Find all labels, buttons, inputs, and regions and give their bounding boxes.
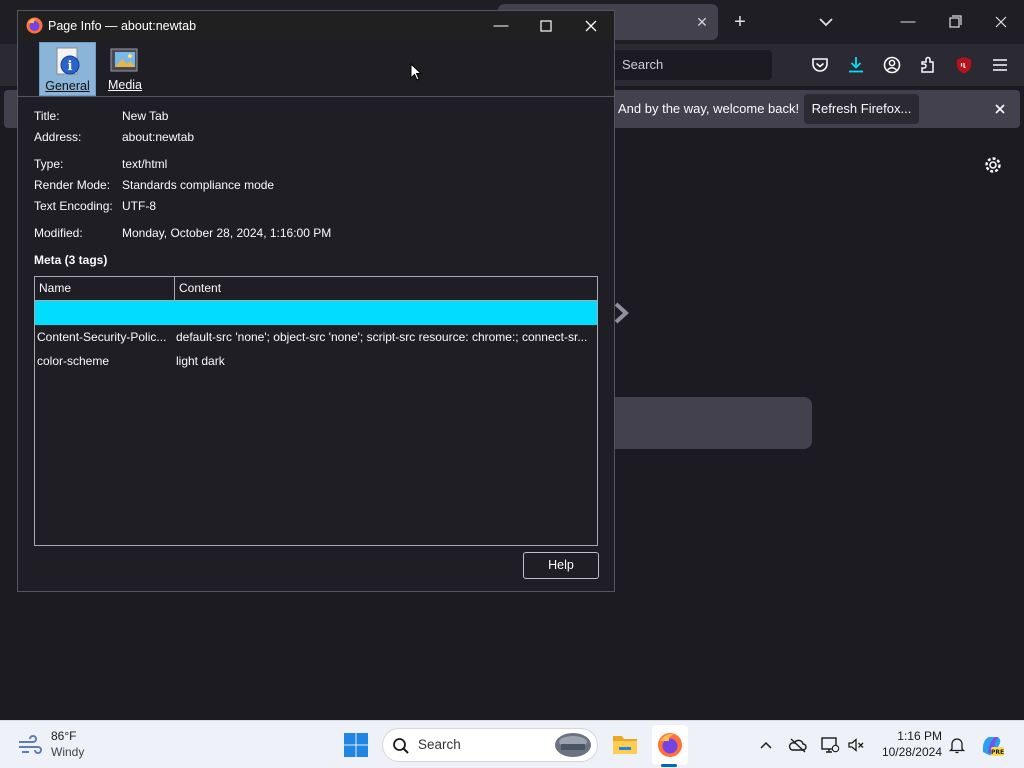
field-title-value: New Tab xyxy=(122,109,169,123)
dialog-title: Page Info — about:newtab xyxy=(48,19,197,33)
newtab-search-box[interactable] xyxy=(590,397,812,449)
table-cell-content: light dark xyxy=(176,354,225,368)
table-header: Name Content xyxy=(35,277,597,301)
notification-text: And by the way, welcome back! xyxy=(618,101,800,116)
weather-description[interactable]: Windy xyxy=(51,745,84,759)
search-icon xyxy=(393,738,409,754)
dialog-titlebar: Page Info — about:newtab — xyxy=(18,11,614,41)
windows-start-icon[interactable] xyxy=(342,731,370,759)
firefox-logo-fragment-icon xyxy=(614,302,629,324)
dialog-maximize-icon[interactable] xyxy=(523,11,569,41)
table-cell-content xyxy=(174,301,594,325)
tab-close-icon[interactable]: ✕ xyxy=(692,12,712,32)
notification-bell-icon[interactable] xyxy=(947,735,967,755)
clock-date[interactable]: 10/28/2024 xyxy=(872,745,942,759)
field-modified-label: Modified: xyxy=(34,226,83,240)
url-bar[interactable]: Search xyxy=(600,50,772,80)
info-icon: i xyxy=(56,47,79,75)
minimize-icon[interactable]: — xyxy=(893,8,923,36)
tab-media-label: Media xyxy=(107,78,143,92)
dialog-tab-toolbar: i General Media xyxy=(18,41,614,97)
copilot-pre-icon[interactable]: PRE xyxy=(979,732,1005,758)
onedrive-offline-icon[interactable] xyxy=(788,735,808,755)
app-menu-icon[interactable] xyxy=(989,54,1011,76)
column-header-content[interactable]: Content xyxy=(175,277,597,300)
field-address-label: Address: xyxy=(34,130,82,144)
firefox-logo-icon xyxy=(26,17,43,34)
url-bar-placeholder: Search xyxy=(622,57,664,72)
pocket-icon[interactable] xyxy=(809,54,831,76)
table-cell-content: default-src 'none'; object-src 'none'; s… xyxy=(176,330,588,344)
downloads-icon[interactable] xyxy=(845,54,867,76)
media-icon xyxy=(110,48,138,72)
table-row-selected[interactable] xyxy=(35,301,597,325)
table-cell-name: Content-Security-Polic... xyxy=(37,330,167,344)
taskbar-firefox-button[interactable] xyxy=(652,725,688,765)
active-app-indicator xyxy=(661,764,677,767)
field-type-value: text/html xyxy=(122,157,168,171)
volume-muted-icon[interactable] xyxy=(846,735,866,755)
network-icon[interactable] xyxy=(820,735,840,755)
weather-windy-icon[interactable] xyxy=(16,733,44,757)
table-cell-name: color-scheme xyxy=(37,354,110,368)
help-button[interactable]: Help xyxy=(523,552,599,579)
search-highlight-image-icon xyxy=(555,733,591,757)
field-title-label: Title: xyxy=(34,109,60,123)
page-info-dialog: Page Info — about:newtab — i General Med… xyxy=(17,10,615,592)
field-encoding-value: UTF-8 xyxy=(122,199,156,213)
meta-tags-table[interactable]: Name Content Content-Security-Polic... d… xyxy=(34,276,598,546)
ublock-origin-icon[interactable] xyxy=(953,54,975,76)
file-explorer-icon[interactable] xyxy=(611,730,639,758)
tab-media[interactable]: Media xyxy=(100,42,150,96)
field-modified-value: Monday, October 28, 2024, 1:16:00 PM xyxy=(122,226,332,240)
firefox-icon xyxy=(658,733,682,757)
table-row[interactable]: Content-Security-Polic... default-src 'n… xyxy=(35,325,597,349)
meta-section-header: Meta (3 tags) xyxy=(34,253,108,267)
tab-general-label: General xyxy=(45,79,90,93)
notification-close-icon[interactable] xyxy=(990,99,1010,119)
list-all-tabs-icon[interactable] xyxy=(814,10,838,34)
extensions-icon[interactable] xyxy=(917,54,939,76)
weather-temperature[interactable]: 86°F xyxy=(51,729,76,743)
field-render-mode-label: Render Mode: xyxy=(34,178,111,192)
refresh-firefox-button[interactable]: Refresh Firefox... xyxy=(804,94,919,124)
column-header-name[interactable]: Name xyxy=(35,277,175,300)
mouse-cursor-icon xyxy=(410,63,422,81)
newtab-settings-gear-icon[interactable] xyxy=(982,154,1004,176)
dialog-minimize-icon[interactable]: — xyxy=(478,11,524,41)
restore-icon[interactable] xyxy=(940,8,970,36)
table-row[interactable]: color-scheme light dark xyxy=(35,349,597,373)
table-cell-name xyxy=(35,301,171,325)
field-address-value: about:newtab xyxy=(122,130,195,144)
new-tab-button[interactable]: + xyxy=(728,10,752,34)
window-close-icon[interactable] xyxy=(986,8,1016,36)
tab-general[interactable]: i General xyxy=(39,42,96,96)
svg-text:PRE: PRE xyxy=(991,749,1004,756)
field-render-mode-value: Standards compliance mode xyxy=(122,178,275,192)
svg-text:i: i xyxy=(67,59,72,74)
taskbar-search-box[interactable]: Search xyxy=(382,728,598,762)
field-encoding-label: Text Encoding: xyxy=(34,199,113,213)
clock-time[interactable]: 1:16 PM xyxy=(878,729,942,743)
windows-taskbar: 86°F Windy Search 1:16 PM 10/28/2024 PRE xyxy=(0,720,1024,768)
field-type-label: Type: xyxy=(34,157,64,171)
taskbar-search-label: Search xyxy=(418,737,461,752)
dialog-close-icon[interactable] xyxy=(568,11,614,41)
show-hidden-icons-chevron-icon[interactable] xyxy=(756,735,776,755)
account-icon[interactable] xyxy=(881,54,903,76)
